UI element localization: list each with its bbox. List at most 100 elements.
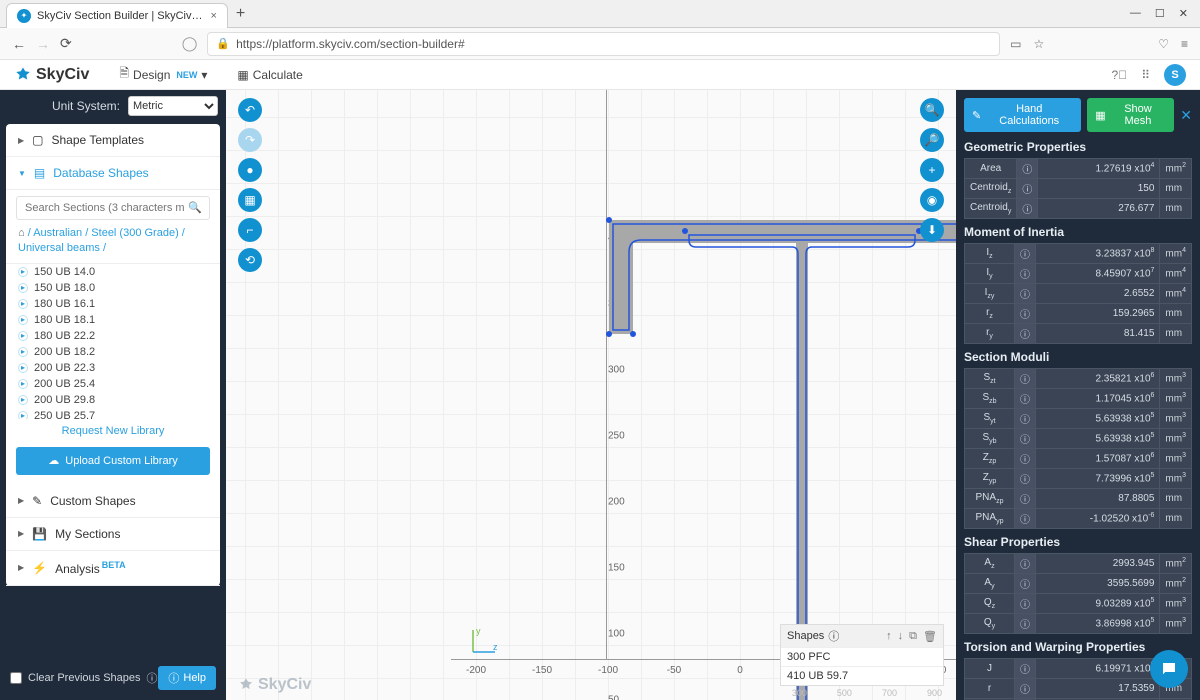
home-icon[interactable]: ⌂: [18, 227, 25, 239]
shield-icon[interactable]: ◯: [182, 35, 198, 52]
show-mesh-button[interactable]: ▦ Show Mesh: [1087, 98, 1174, 132]
info-icon[interactable]: ⓘ: [1015, 449, 1036, 469]
section-list-item[interactable]: ▸180 UB 18.1: [14, 312, 212, 328]
info-icon[interactable]: ⓘ: [147, 670, 158, 686]
hand-calculations-button[interactable]: ✎ Hand Calculations: [964, 98, 1081, 132]
avatar[interactable]: S: [1164, 64, 1186, 86]
database-shapes-accordion[interactable]: ▼ ▤ Database Shapes: [6, 157, 220, 190]
section-list-item[interactable]: ▸180 UB 16.1: [14, 296, 212, 312]
section-list-item[interactable]: ▸150 UB 18.0: [14, 280, 212, 296]
info-icon[interactable]: ⓘ: [828, 628, 839, 644]
info-icon[interactable]: ⓘ: [1015, 389, 1036, 409]
info-icon[interactable]: ⓘ: [1015, 409, 1036, 429]
custom-shapes-accordion[interactable]: ▶ ✎ Custom Shapes: [6, 485, 220, 518]
snap-icon[interactable]: ●: [238, 158, 262, 182]
section-list-item[interactable]: ▸200 UB 25.4: [14, 376, 212, 392]
info-icon[interactable]: ⓘ: [1015, 429, 1036, 449]
chat-bubble-icon[interactable]: [1150, 650, 1188, 688]
add-icon[interactable]: +: [920, 158, 944, 182]
prop-value: 6.19971 x105: [1036, 659, 1160, 679]
info-icon[interactable]: ⓘ: [1015, 574, 1036, 594]
info-icon[interactable]: ⓘ: [1015, 469, 1036, 489]
info-icon[interactable]: ⓘ: [1015, 284, 1036, 304]
arrow-up-icon[interactable]: ↑: [886, 630, 892, 643]
section-list-item[interactable]: ▸200 UB 22.3: [14, 360, 212, 376]
unit-select[interactable]: Metric: [128, 96, 218, 116]
measure-icon[interactable]: ⌐: [238, 218, 262, 242]
clear-previous-checkbox[interactable]: Clear Previous Shapes ⓘ: [10, 670, 158, 686]
prop-value: 2.35821 x106: [1036, 369, 1160, 389]
chevron-right-icon: ▸: [18, 347, 28, 357]
request-library-link[interactable]: Request New Library: [6, 419, 220, 443]
new-tab-button[interactable]: +: [236, 5, 245, 23]
prop-value: 1.27619 x104: [1038, 159, 1160, 179]
copy-icon[interactable]: ⧉: [909, 630, 917, 643]
help-button[interactable]: ⓘ Help: [158, 666, 216, 690]
section-list-item[interactable]: ▸180 UB 22.2: [14, 328, 212, 344]
reader-icon[interactable]: ▭: [1010, 37, 1021, 51]
download-icon[interactable]: ⬇: [920, 218, 944, 242]
undo-icon[interactable]: ↶: [238, 98, 262, 122]
browser-tab[interactable]: ✦ SkyCiv Section Builder | SkyCiv… ×: [6, 3, 228, 28]
upload-library-button[interactable]: ☁ Upload Custom Library: [16, 447, 210, 475]
brand-logo[interactable]: SkyCiv: [14, 66, 89, 84]
property-table: Azⓘ2993.945mm2Ayⓘ3595.5699mm2Qzⓘ9.03289 …: [964, 553, 1192, 634]
zoom-in-icon[interactable]: 🔍: [920, 98, 944, 122]
window-maximize-icon[interactable]: ☐: [1155, 7, 1165, 20]
shape-row[interactable]: 410 UB 59.7: [781, 666, 943, 685]
help-icon[interactable]: ?⃝: [1112, 68, 1128, 82]
info-icon[interactable]: ⓘ: [1015, 304, 1036, 324]
section-list[interactable]: ▸150 UB 14.0▸150 UB 18.0▸180 UB 16.1▸180…: [6, 263, 220, 419]
bookmark-icon[interactable]: ☆: [1033, 37, 1044, 51]
shape-templates-accordion[interactable]: ▶ ▢ Shape Templates: [6, 124, 220, 157]
info-icon[interactable]: ⓘ: [1015, 594, 1036, 614]
shape-row[interactable]: 300 PFC: [781, 647, 943, 666]
info-icon[interactable]: ⓘ: [1015, 679, 1036, 699]
info-icon[interactable]: ⓘ: [1017, 199, 1038, 219]
breadcrumb[interactable]: ⌂ / Australian / Steel (300 Grade) / Uni…: [6, 226, 220, 263]
section-list-item[interactable]: ▸150 UB 14.0: [14, 264, 212, 280]
chevron-right-icon: ▸: [18, 363, 28, 373]
info-icon[interactable]: ⓘ: [1015, 264, 1036, 284]
section-drawing[interactable]: [226, 90, 956, 700]
info-icon[interactable]: ⓘ: [1015, 244, 1036, 264]
section-list-item[interactable]: ▸250 UB 25.7: [14, 408, 212, 419]
info-icon[interactable]: ⓘ: [1015, 509, 1036, 529]
prop-label: Izy: [965, 284, 1015, 304]
section-search-input[interactable]: [16, 196, 210, 220]
design-menu[interactable]: 🗎 Design NEW ▾: [119, 64, 207, 85]
window-close-icon[interactable]: ✕: [1179, 7, 1188, 20]
close-icon[interactable]: ✕: [1180, 107, 1192, 124]
arrow-down-icon[interactable]: ↓: [898, 630, 904, 643]
window-minimize-icon[interactable]: —: [1130, 7, 1141, 20]
forward-icon[interactable]: →: [36, 36, 50, 52]
info-icon[interactable]: ⓘ: [1017, 159, 1038, 179]
info-icon[interactable]: ⓘ: [1015, 614, 1036, 634]
my-sections-accordion[interactable]: ▶ 💾 My Sections: [6, 518, 220, 551]
analysis-accordion[interactable]: ▶ ⚡ AnalysisBETA: [6, 551, 220, 586]
apps-grid-icon[interactable]: ⠿: [1141, 68, 1150, 82]
info-icon[interactable]: ⓘ: [1015, 554, 1036, 574]
info-icon[interactable]: ⓘ: [1015, 659, 1036, 679]
zoom-out-icon[interactable]: 🔎: [920, 128, 944, 152]
trash-icon[interactable]: 🗑: [923, 630, 937, 643]
calculate-menu[interactable]: ▦ Calculate: [237, 68, 302, 82]
section-list-item[interactable]: ▸200 UB 29.8: [14, 392, 212, 408]
section-list-item[interactable]: ▸200 UB 18.2: [14, 344, 212, 360]
rotate-icon[interactable]: ⟲: [238, 248, 262, 272]
camera-icon[interactable]: ◉: [920, 188, 944, 212]
info-icon[interactable]: ⓘ: [1017, 179, 1038, 199]
reload-icon[interactable]: ⟳: [60, 35, 72, 52]
back-icon[interactable]: ←: [12, 36, 26, 52]
tab-close-icon[interactable]: ×: [210, 10, 216, 22]
info-icon[interactable]: ⓘ: [1015, 369, 1036, 389]
info-icon[interactable]: ⓘ: [1015, 324, 1036, 344]
canvas-area[interactable]: 40035030025020015010050 -200-150-100-500…: [226, 90, 956, 700]
search-icon[interactable]: 🔍: [188, 201, 202, 214]
extension-icon[interactable]: ♡: [1158, 37, 1169, 51]
info-icon[interactable]: ⓘ: [1015, 489, 1036, 509]
grid-icon[interactable]: ▦: [238, 188, 262, 212]
menu-icon[interactable]: ≡: [1181, 37, 1188, 51]
url-input[interactable]: 🔒 https://platform.skyciv.com/section-bu…: [207, 32, 1000, 56]
redo-icon[interactable]: ↷: [238, 128, 262, 152]
